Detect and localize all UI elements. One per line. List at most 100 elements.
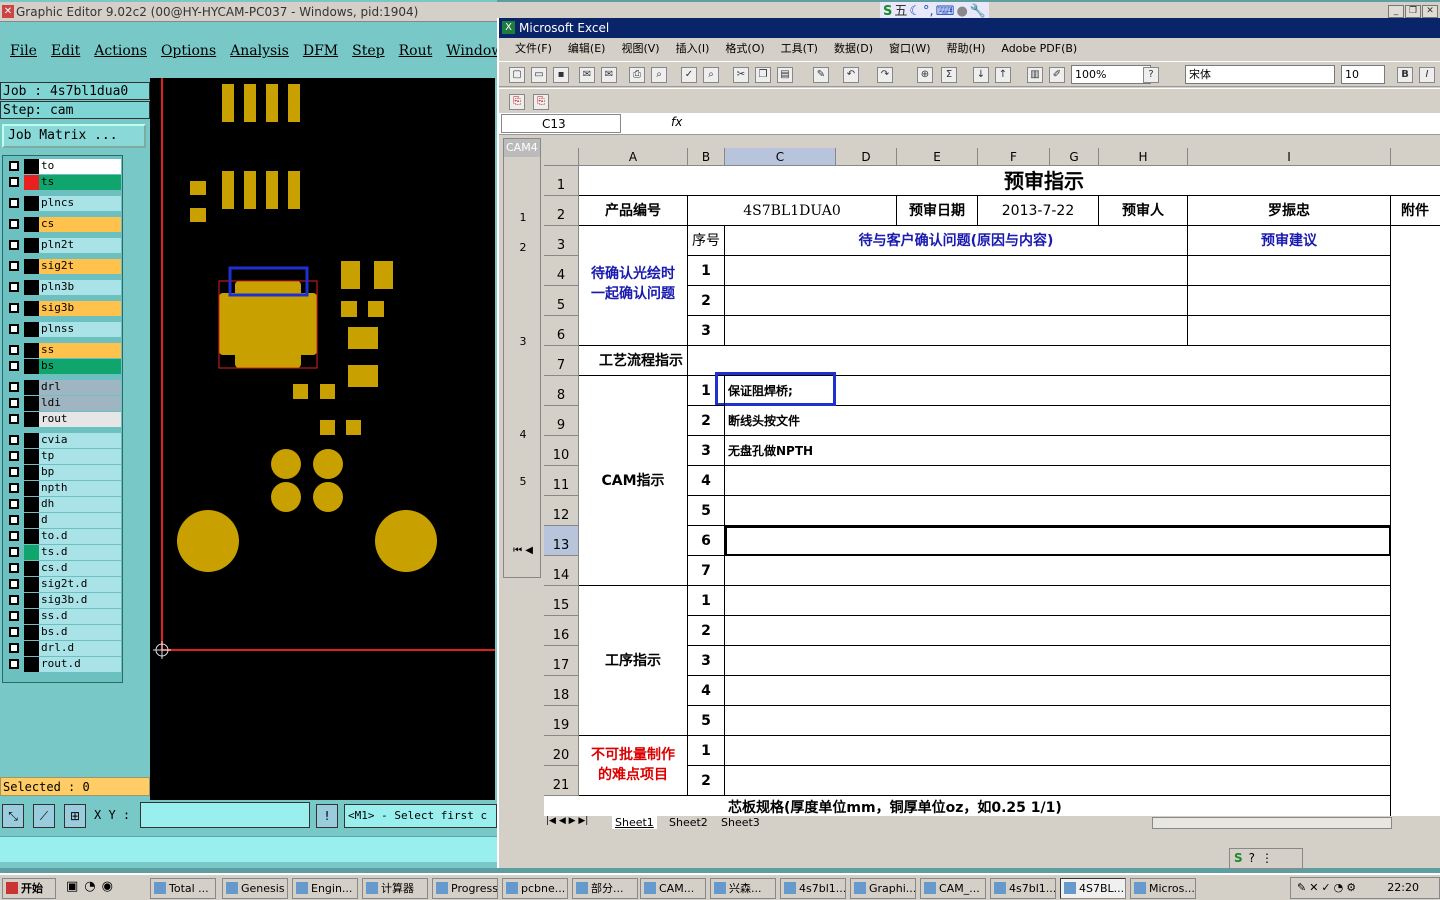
layer-row[interactable]: pln3b <box>5 280 121 295</box>
layer-checkbox[interactable] <box>9 451 19 461</box>
advice-header[interactable]: 预审建议 <box>1188 226 1391 256</box>
seq-number[interactable]: 4 <box>688 466 725 496</box>
layer-checkbox[interactable] <box>9 643 19 653</box>
col-b[interactable]: B <box>688 148 725 166</box>
seq-number[interactable]: 2 <box>688 286 725 316</box>
seq-header[interactable]: 序号 <box>688 226 725 256</box>
row-header[interactable]: 16 <box>544 616 579 646</box>
layer-name[interactable]: pln3b <box>39 280 121 295</box>
review-date-label[interactable]: 预审日期 <box>897 196 978 226</box>
h-scrollbar[interactable] <box>1152 817 1392 829</box>
menu-step[interactable]: Step <box>352 38 384 64</box>
open-icon[interactable]: ▭ <box>531 67 547 83</box>
layer-checkbox[interactable] <box>9 627 19 637</box>
layer-name[interactable]: drl <box>39 380 121 395</box>
col-g[interactable]: G <box>1050 148 1099 166</box>
layer-row[interactable]: plncs <box>5 196 121 211</box>
layer-name[interactable]: cs.d <box>39 561 121 576</box>
seq-number[interactable]: 1 <box>688 376 725 406</box>
layer-row[interactable]: ss <box>5 343 121 358</box>
layer-row[interactable]: sig2t.d <box>5 577 121 592</box>
taskbar-item[interactable]: 4S7BL... <box>1060 878 1126 899</box>
menu-format[interactable]: 格式(O) <box>725 39 764 59</box>
layer-checkbox[interactable] <box>9 483 19 493</box>
layer-checkbox[interactable] <box>9 515 19 525</box>
blank-cell[interactable] <box>725 646 1391 676</box>
layer-row[interactable]: dh <box>5 497 121 512</box>
layer-name[interactable]: ts <box>39 175 121 190</box>
blank-cell[interactable] <box>725 676 1391 706</box>
row-header[interactable]: 15 <box>544 586 579 616</box>
pending-content-cell[interactable] <box>725 316 1188 346</box>
advice-cell[interactable] <box>1188 316 1391 346</box>
layer-checkbox[interactable] <box>9 361 19 371</box>
advice-cell[interactable] <box>1188 286 1391 316</box>
layer-checkbox[interactable] <box>9 547 19 557</box>
seq-number[interactable]: 4 <box>688 676 725 706</box>
layer-checkbox[interactable] <box>9 324 19 334</box>
row-header[interactable]: 20 <box>544 736 579 766</box>
layer-checkbox[interactable] <box>9 382 19 392</box>
col-i[interactable]: I <box>1188 148 1391 166</box>
title-cell[interactable]: 预审指示 <box>579 166 1440 196</box>
layer-name[interactable]: drl.d <box>39 641 121 656</box>
clock-icon[interactable]: ◔ <box>84 879 95 894</box>
blank-cell[interactable] <box>725 736 1391 766</box>
row-header[interactable]: 14 <box>544 556 579 586</box>
print-preview-icon[interactable]: ⌕ <box>651 67 667 83</box>
layer-name[interactable]: bp <box>39 465 121 480</box>
zoom-tool-icon[interactable]: ⤡ <box>2 804 24 828</box>
row-header[interactable]: 13 <box>544 526 579 556</box>
menu-edit[interactable]: 编辑(E) <box>568 39 606 59</box>
menu-data[interactable]: 数据(D) <box>834 39 873 59</box>
pending-content-cell[interactable] <box>725 256 1188 286</box>
seq-number[interactable]: 2 <box>688 616 725 646</box>
measure-tool-icon[interactable]: ⟋ <box>33 804 55 828</box>
layer-row[interactable]: pln2t <box>5 238 121 253</box>
taskbar-item[interactable]: 4s7bl1... <box>780 878 846 899</box>
help-float-icon[interactable]: ? <box>1249 851 1255 867</box>
name-box[interactable]: C13 <box>501 114 621 133</box>
layer-checkbox[interactable] <box>9 435 19 445</box>
row-header[interactable]: 12 <box>544 496 579 526</box>
layer-checkbox[interactable] <box>9 531 19 541</box>
tab-sheet1[interactable]: Sheet1 <box>612 816 657 829</box>
email-icon[interactable]: ✉ <box>601 67 617 83</box>
layer-checkbox[interactable] <box>9 240 19 250</box>
layer-name[interactable]: pln2t <box>39 238 121 253</box>
layer-name[interactable]: d <box>39 513 121 528</box>
taskbar-item[interactable]: Graphi... <box>850 878 916 899</box>
reviewer-value[interactable]: 罗振忠 <box>1188 196 1391 226</box>
row-header[interactable]: 4 <box>544 256 579 286</box>
seq-number[interactable]: 1 <box>688 736 725 766</box>
advice-cell[interactable] <box>1188 256 1391 286</box>
start-button[interactable]: 开始 <box>2 878 56 899</box>
layer-name[interactable]: bs <box>39 359 121 374</box>
layer-row[interactable]: ts.d <box>5 545 121 560</box>
seq-number[interactable]: 2 <box>688 406 725 436</box>
layer-checkbox[interactable] <box>9 398 19 408</box>
layer-checkbox[interactable] <box>9 177 19 187</box>
seq-number[interactable]: 6 <box>688 526 725 556</box>
layer-row[interactable]: cs.d <box>5 561 121 576</box>
layer-name[interactable]: ldi <box>39 396 121 411</box>
menu-window[interactable]: 窗口(W) <box>889 39 930 59</box>
layer-row[interactable]: tp <box>5 449 121 464</box>
row-header[interactable]: 17 <box>544 646 579 676</box>
seq-number[interactable]: 1 <box>688 586 725 616</box>
seq-number[interactable]: 3 <box>688 646 725 676</box>
taskbar-item[interactable]: 兴森... <box>710 878 776 899</box>
col-h[interactable]: H <box>1099 148 1188 166</box>
col-f[interactable]: F <box>978 148 1050 166</box>
reviewer-label[interactable]: 预审人 <box>1099 196 1188 226</box>
layer-name[interactable]: to.d <box>39 529 121 544</box>
layer-checkbox[interactable] <box>9 303 19 313</box>
process-label[interactable]: 工序指示 <box>579 586 688 736</box>
row-header[interactable]: 7 <box>544 346 579 376</box>
row-header[interactable]: 11 <box>544 466 579 496</box>
font-combo[interactable]: 宋体 <box>1185 65 1335 84</box>
review-date-value[interactable]: 2013-7-22 <box>978 196 1099 226</box>
layer-checkbox[interactable] <box>9 563 19 573</box>
more-float-icon[interactable]: ⋮ <box>1261 851 1273 867</box>
tray-icons[interactable]: ✎✕✓◔⚙ <box>1297 878 1359 898</box>
